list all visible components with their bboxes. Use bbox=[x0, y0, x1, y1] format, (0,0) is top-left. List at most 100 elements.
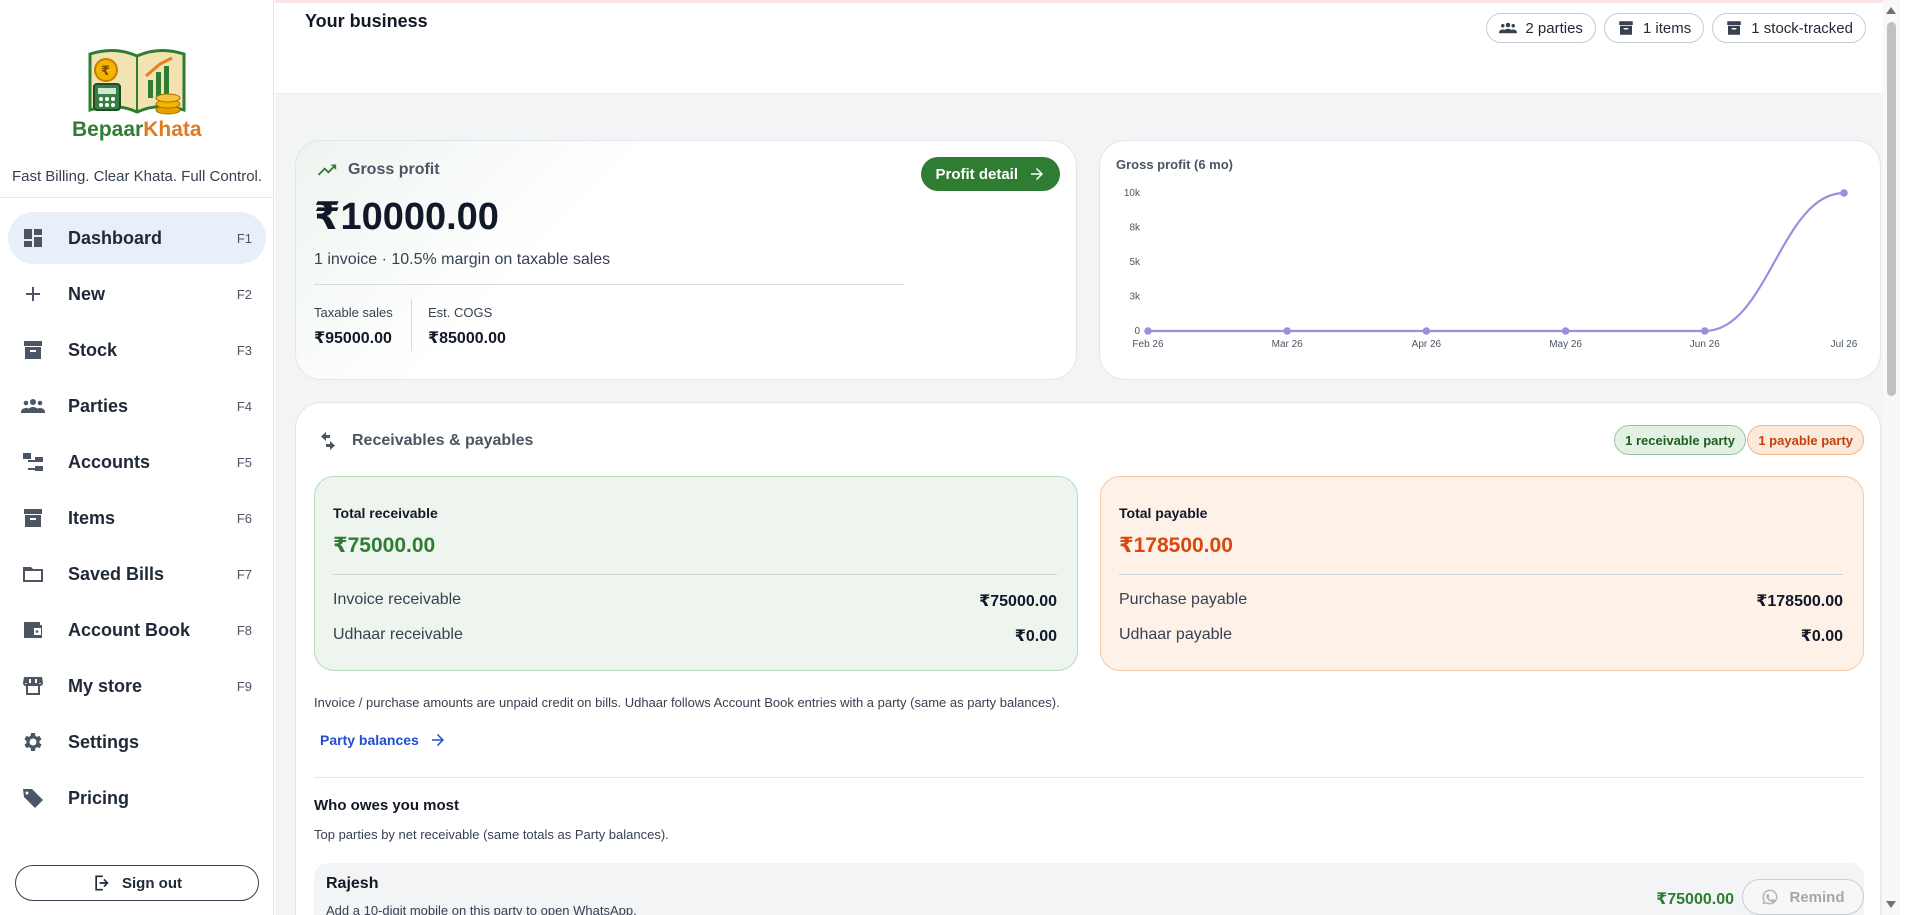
data-point bbox=[1840, 189, 1848, 197]
total-receivable-amount: ₹75000.00 bbox=[333, 534, 436, 557]
sidebar-item-label: Items bbox=[68, 507, 116, 528]
sidebar-item-dashboard[interactable]: Dashboard F1 bbox=[8, 212, 266, 264]
brand-tagline: Fast Billing. Clear Khata. Full Control. bbox=[11, 168, 263, 185]
sidebar-item-settings[interactable]: Settings bbox=[8, 716, 266, 768]
logout-icon bbox=[95, 875, 109, 891]
sidebar-item-label: Parties bbox=[68, 395, 129, 416]
swap-arrows-icon bbox=[321, 432, 335, 450]
x-tick-label: Jun 26 bbox=[1690, 339, 1720, 350]
sidebar-item-saved-bills[interactable]: Saved Bills F7 bbox=[8, 548, 266, 600]
y-tick-label: 3k bbox=[1129, 292, 1141, 303]
scroll-down-arrow[interactable] bbox=[1886, 901, 1896, 908]
total-receivable-title: Total receivable bbox=[333, 505, 438, 521]
page-header: Your business 2 parties 1 items 1 stock-… bbox=[275, 3, 1900, 94]
y-tick-label: 5k bbox=[1129, 257, 1141, 268]
receivables-payables-card: Receivables & payables 1 receivable part… bbox=[295, 402, 1881, 915]
chip-label: 1 stock-tracked bbox=[1751, 19, 1853, 37]
x-tick-label: May 26 bbox=[1549, 339, 1582, 350]
row-label: Invoice receivable bbox=[333, 591, 462, 608]
invoice-receivable-row: Invoice receivable ₹75000.00 bbox=[333, 591, 1057, 611]
sign-out-label: Sign out bbox=[122, 874, 182, 892]
udhaar-receivable-row: Udhaar receivable ₹0.00 bbox=[333, 626, 1057, 646]
shortcut-key: F7 bbox=[236, 566, 252, 582]
who-owes-subtitle: Top parties by net receivable (same tota… bbox=[314, 827, 669, 842]
sidebar-item-label: Settings bbox=[68, 731, 140, 752]
whatsapp-icon bbox=[1762, 889, 1778, 905]
arrow-right-icon bbox=[431, 734, 444, 746]
tree-icon bbox=[20, 449, 46, 475]
row-label: Udhaar payable bbox=[1119, 626, 1232, 643]
sign-out-button[interactable]: Sign out bbox=[15, 865, 259, 901]
stock-tracked-chip[interactable]: 1 stock-tracked bbox=[1712, 13, 1866, 43]
sidebar-item-stock[interactable]: Stock F3 bbox=[8, 324, 266, 376]
sidebar-item-my-store[interactable]: My store F9 bbox=[8, 660, 266, 712]
sidebar-item-parties[interactable]: Parties F4 bbox=[8, 380, 266, 432]
gross-profit-title: Gross profit bbox=[348, 161, 440, 178]
sidebar-item-label: New bbox=[68, 283, 106, 304]
sidebar-item-pricing[interactable]: Pricing bbox=[8, 772, 266, 824]
store-icon bbox=[20, 673, 46, 699]
remind-label: Remind bbox=[1789, 888, 1845, 906]
series-line bbox=[1147, 191, 1845, 333]
x-tick-label: Jul 26 bbox=[1831, 339, 1858, 350]
x-tick-label: Apr 26 bbox=[1412, 339, 1442, 350]
x-tick-label: Feb 26 bbox=[1132, 339, 1164, 350]
sidebar-item-accounts[interactable]: Accounts F5 bbox=[8, 436, 266, 488]
page-title: Your business bbox=[305, 11, 428, 31]
udhaar-payable-row: Udhaar payable ₹0.00 bbox=[1119, 626, 1843, 646]
total-payable-amount: ₹178500.00 bbox=[1119, 534, 1233, 557]
list-item[interactable]: Rajesh Add a 10-digit mobile on this par… bbox=[314, 863, 1864, 915]
archive-icon bbox=[1727, 21, 1742, 35]
row-value: ₹0.00 bbox=[1800, 628, 1843, 645]
rp-note: Invoice / purchase amounts are unpaid cr… bbox=[314, 695, 1060, 710]
sidebar-divider bbox=[0, 197, 274, 198]
remind-button[interactable]: Remind bbox=[1742, 879, 1864, 915]
divider bbox=[314, 284, 904, 285]
shortcut-key: F3 bbox=[236, 342, 252, 358]
profit-detail-label: Profit detail bbox=[935, 165, 1018, 183]
row-value: ₹178500.00 bbox=[1756, 593, 1843, 610]
trending-up-icon bbox=[317, 164, 337, 176]
chip-label: 1 items bbox=[1642, 19, 1692, 37]
total-receivable-card: Total receivable ₹75000.00 Invoice recei… bbox=[314, 476, 1078, 671]
parties-chip[interactable]: 2 parties bbox=[1486, 13, 1596, 43]
sidebar-item-label: Pricing bbox=[68, 787, 130, 808]
rp-heading: Receivables & payables bbox=[316, 429, 533, 453]
sidebar-item-label: Account Book bbox=[68, 619, 191, 640]
stat-label: Est. COGS bbox=[428, 305, 493, 320]
items-chip[interactable]: 1 items bbox=[1603, 13, 1705, 43]
divider bbox=[1119, 574, 1843, 575]
chip-label: 2 parties bbox=[1525, 19, 1583, 37]
party-balances-label: Party balances bbox=[320, 732, 419, 748]
gross-profit-card: Gross profit Profit detail ₹10000.00 1 i… bbox=[295, 140, 1077, 380]
vertical-scrollbar[interactable] bbox=[1883, 0, 1900, 915]
sidebar-item-label: Stock bbox=[68, 339, 118, 360]
party-amount: ₹75000.00 bbox=[1656, 891, 1734, 908]
total-payable-title: Total payable bbox=[1119, 505, 1208, 521]
data-point bbox=[1283, 327, 1291, 335]
scroll-thumb[interactable] bbox=[1887, 22, 1896, 396]
total-payable-card: Total payable ₹178500.00 Purchase payabl… bbox=[1100, 476, 1864, 671]
sidebar-item-label: Dashboard bbox=[68, 227, 163, 248]
sidebar-item-account-book[interactable]: Account Book F8 bbox=[8, 604, 266, 656]
sidebar-item-new[interactable]: New F2 bbox=[8, 268, 266, 320]
stat-label: Taxable sales bbox=[314, 305, 393, 320]
folder-icon bbox=[20, 561, 46, 587]
svg-text:₹: ₹ bbox=[101, 64, 110, 79]
who-owes-title: Who owes you most bbox=[314, 797, 460, 814]
shortcut-key: F5 bbox=[236, 454, 252, 470]
sidebar-item-label: My store bbox=[68, 675, 143, 696]
gross-profit-chart: 0 3k 5k 8k 10k Feb 26 Mar 26 Apr 26 May 26 Jun 26… bbox=[1124, 188, 1858, 350]
shortcut-key: F6 bbox=[236, 510, 252, 526]
scroll-up-arrow[interactable] bbox=[1886, 7, 1896, 14]
people-icon bbox=[20, 393, 46, 419]
rp-title: Receivables & payables bbox=[352, 432, 534, 449]
shortcut-key: F8 bbox=[236, 622, 252, 638]
cogs-stat: Est. COGS ₹85000.00 bbox=[428, 305, 506, 348]
row-label: Udhaar receivable bbox=[333, 626, 463, 643]
sidebar-item-label: Accounts bbox=[68, 451, 151, 472]
profit-detail-button[interactable]: Profit detail bbox=[921, 157, 1060, 191]
party-balances-link[interactable]: Party balances bbox=[320, 731, 447, 749]
y-tick-label: 8k bbox=[1129, 223, 1141, 234]
sidebar-item-items[interactable]: Items F6 bbox=[8, 492, 266, 544]
